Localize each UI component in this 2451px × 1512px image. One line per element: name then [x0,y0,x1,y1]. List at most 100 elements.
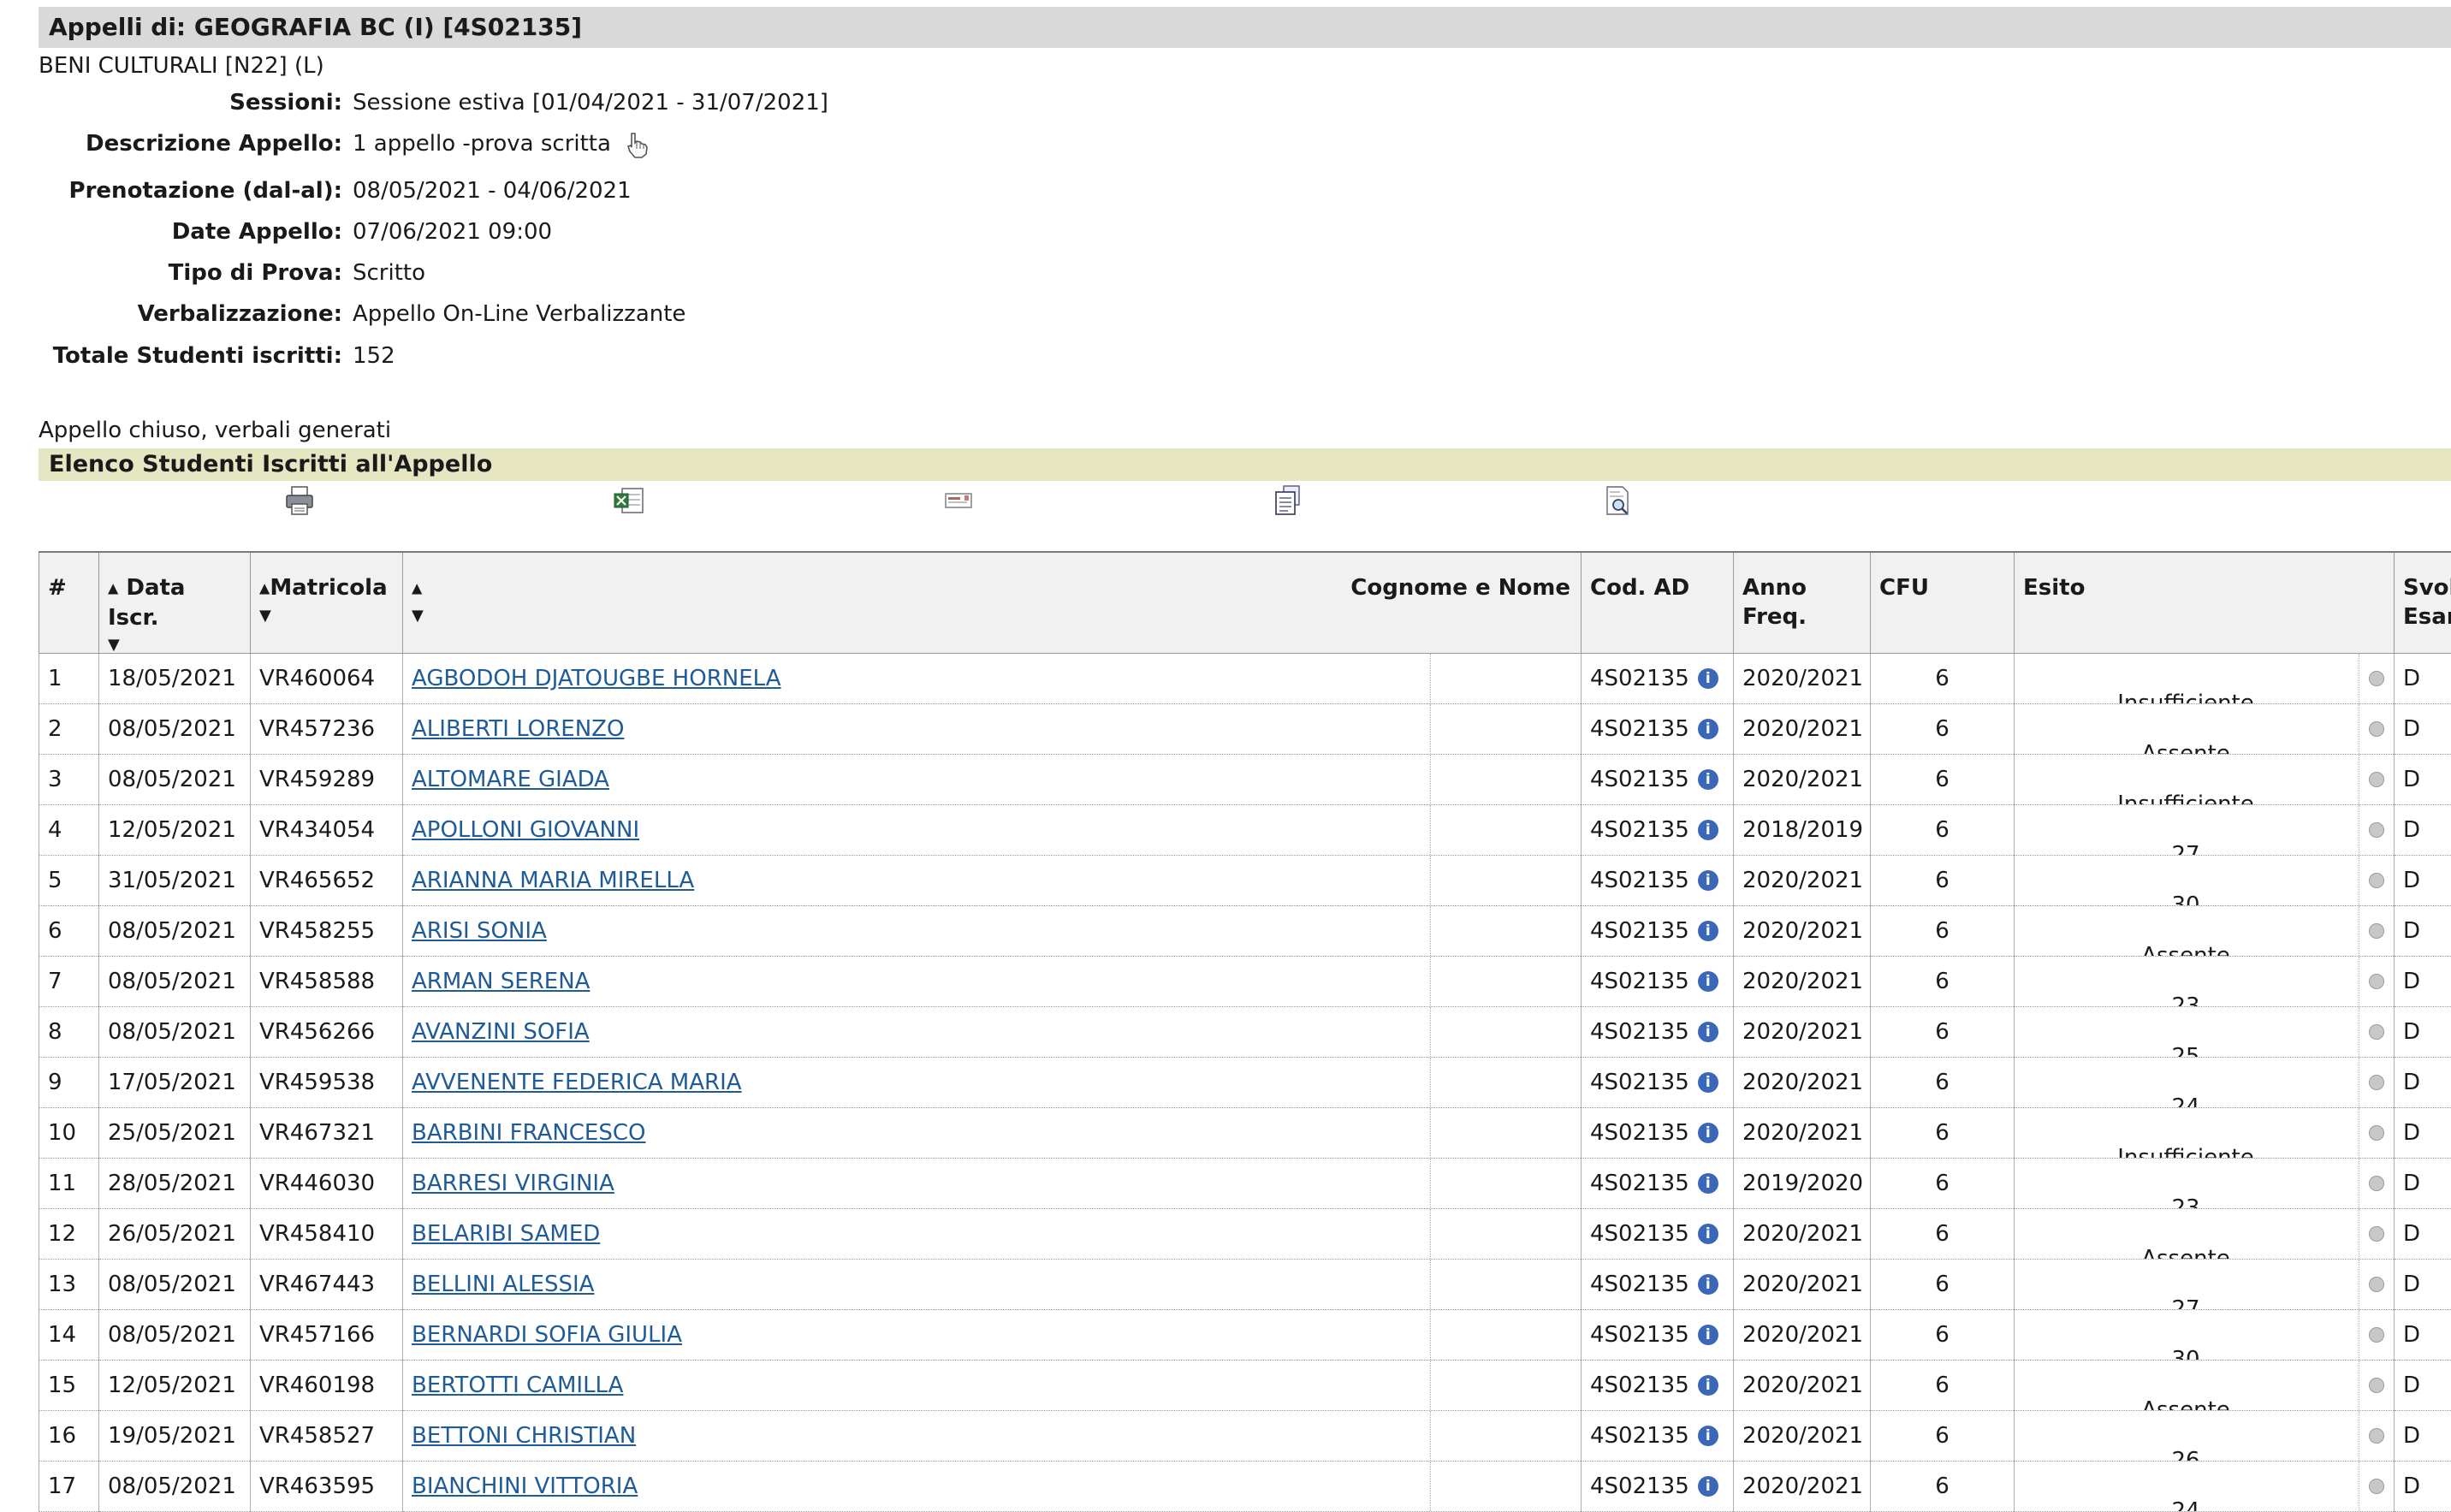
column-header-data-iscr[interactable]: ▲ Data Iscr. ▼ [99,552,251,653]
row-cfu: 6 [1871,754,2015,804]
status-dot-icon[interactable] [2369,671,2384,686]
esito-value: Assente [2015,1385,2357,1411]
info-label: Tipo di Prova: [39,256,342,290]
student-name-link[interactable]: APOLLONI GIOVANNI [412,817,639,843]
status-dot-icon[interactable] [2369,822,2384,838]
status-dot-icon[interactable] [2369,772,2384,787]
row-data-iscr: 19/05/2021 [99,1410,251,1461]
student-name-link[interactable]: AVANZINI SOFIA [412,1019,590,1045]
row-data-iscr: 25/05/2021 [99,1107,251,1158]
row-matricola: VR458588 [251,956,403,1006]
sort-asc-icon[interactable]: ▲ [108,580,118,596]
row-data-iscr: 08/05/2021 [99,1461,251,1511]
row-matricola: VR467443 [251,1259,403,1309]
student-name-link[interactable]: BIANCHINI VITTORIA [412,1473,638,1499]
column-header-matricola[interactable]: ▲Matricola ▼ [251,552,403,653]
info-icon[interactable]: i [1698,1476,1718,1497]
student-name-link[interactable]: ALTOMARE GIADA [412,767,609,792]
info-icon[interactable]: i [1698,719,1718,739]
column-header-cfu: CFU [1871,552,2015,653]
sort-asc-icon[interactable]: ▲ [412,580,422,596]
student-name-link[interactable]: AGBODOH DJATOUGBE HORNELA [412,666,781,691]
student-name-link[interactable]: BERNARDI SOFIA GIULIA [412,1322,682,1348]
status-dot-icon[interactable] [2369,1176,2384,1191]
student-name-link[interactable]: BARBINI FRANCESCO [412,1120,645,1146]
hand-pointer-icon[interactable] [623,130,652,159]
info-icon[interactable]: i [1698,1325,1718,1345]
table-row: 917/05/2021VR459538AVVENENTE FEDERICA MA… [39,1057,2451,1107]
info-icon[interactable]: i [1698,971,1718,992]
row-cfu: 6 [1871,804,2015,855]
sort-desc-icon[interactable]: ▼ [108,637,241,653]
row-number: 15 [39,1360,99,1410]
status-dot-icon[interactable] [2369,1226,2384,1242]
row-anno-freq: 2020/2021 [1734,1360,1871,1410]
status-dot-icon[interactable] [2369,1277,2384,1292]
row-esito: Insufficiente [2015,653,2395,703]
row-student-name-cell: BARRESI VIRGINIA [403,1158,1582,1208]
clipboard-icon[interactable] [1271,483,1305,518]
info-icon[interactable]: i [1698,1426,1718,1446]
table-row: 531/05/2021VR465652ARIANNA MARIA MIRELLA… [39,855,2451,905]
status-dot-icon[interactable] [2369,1024,2384,1040]
info-icon[interactable]: i [1698,921,1718,941]
row-number: 16 [39,1410,99,1461]
student-name-link[interactable]: BELARIBI SAMED [412,1221,600,1247]
cod-ad-value: 4S02135 [1590,969,1689,994]
cod-ad-value: 4S02135 [1590,1171,1689,1196]
cell-divider [1430,1007,1431,1057]
row-cod-ad: 4S02135 i [1582,956,1734,1006]
row-esito: Assente [2015,905,2395,956]
student-name-link[interactable]: ARMAN SERENA [412,969,590,994]
row-esito: 25 [2015,1006,2395,1057]
sort-desc-icon[interactable]: ▼ [259,608,394,624]
student-name-link[interactable]: ARIANNA MARIA MIRELLA [412,868,694,893]
info-icon[interactable]: i [1698,1173,1718,1194]
status-dot-icon[interactable] [2369,1327,2384,1343]
row-anno-freq: 2018/2019 [1734,804,1871,855]
status-dot-icon[interactable] [2369,974,2384,989]
info-icon[interactable]: i [1698,1072,1718,1093]
row-cod-ad: 4S02135i [1582,1360,1734,1410]
info-icon[interactable]: i [1698,1375,1718,1396]
student-name-link[interactable]: ALIBERTI LORENZO [412,716,624,742]
document-search-icon[interactable] [1600,483,1635,518]
info-icon[interactable]: i [1698,1224,1718,1244]
info-icon[interactable]: i [1698,870,1718,891]
student-name-link[interactable]: ARISI SONIA [412,918,547,944]
row-number: 12 [39,1208,99,1259]
student-name-link[interactable]: BERTOTTI CAMILLA [412,1373,623,1398]
esito-action-cell [2359,856,2394,905]
sort-asc-icon[interactable]: ▲ [259,580,270,596]
student-name-link[interactable]: BELLINI ALESSIA [412,1272,594,1297]
student-name-link[interactable]: AVVENENTE FEDERICA MARIA [412,1070,742,1095]
info-row-totale: Totale Studenti iscritti:152 [39,339,395,373]
sort-desc-icon[interactable]: ▼ [412,608,1572,624]
print-icon[interactable] [282,483,317,518]
column-header-label: Cognome e Nome [1350,573,1570,602]
status-dot-icon[interactable] [2369,1428,2384,1444]
info-icon[interactable]: i [1698,1123,1718,1143]
row-number: 7 [39,956,99,1006]
excel-export-icon[interactable] [612,483,646,518]
info-icon[interactable]: i [1698,769,1718,790]
column-header-cognome-nome[interactable]: ▲ Cognome e Nome ▼ [403,552,1582,653]
row-number: 14 [39,1309,99,1360]
status-dot-icon[interactable] [2369,923,2384,939]
info-icon[interactable]: i [1698,1022,1718,1042]
email-icon[interactable] [941,483,976,518]
row-cfu: 6 [1871,956,2015,1006]
status-dot-icon[interactable] [2369,1378,2384,1393]
info-icon[interactable]: i [1698,1274,1718,1295]
status-dot-icon[interactable] [2369,1479,2384,1494]
student-name-link[interactable]: BETTONI CHRISTIAN [412,1423,636,1449]
info-icon[interactable]: i [1698,668,1718,689]
info-icon[interactable]: i [1698,820,1718,840]
column-header-label: Freq. [1742,604,1807,630]
row-esito: 30 [2015,1309,2395,1360]
status-dot-icon[interactable] [2369,1125,2384,1141]
status-dot-icon[interactable] [2369,721,2384,737]
student-name-link[interactable]: BARRESI VIRGINIA [412,1171,614,1196]
status-dot-icon[interactable] [2369,1075,2384,1090]
status-dot-icon[interactable] [2369,873,2384,888]
